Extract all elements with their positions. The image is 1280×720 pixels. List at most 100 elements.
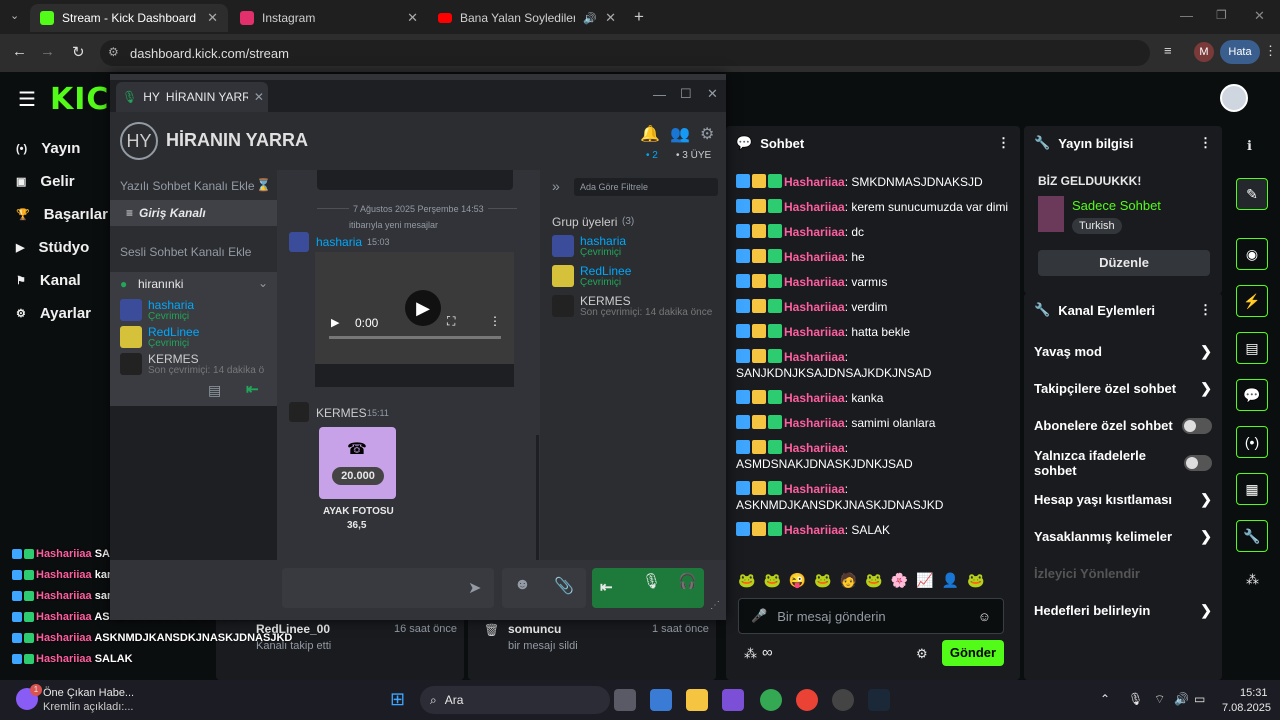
chat-input[interactable]: 🎤 Bir mesaj gönderin ☺ <box>738 598 1004 634</box>
channel-action[interactable]: Hesap yaşı kısıtlaması ❯ <box>1024 481 1222 518</box>
emoji-icon[interactable]: ☺ <box>978 609 991 624</box>
send-icon[interactable]: ➤ <box>468 578 481 598</box>
profile-avatar[interactable]: M <box>1194 42 1214 62</box>
task-view-icon[interactable] <box>614 689 636 711</box>
emote-icon[interactable]: 👤 <box>942 572 959 589</box>
chrome-profile-icon[interactable] <box>796 689 818 711</box>
forward-icon[interactable]: → <box>40 43 55 60</box>
obs-icon[interactable] <box>832 689 854 711</box>
channel-action[interactable]: Yavaş mod ❯ <box>1024 333 1222 370</box>
chat-username[interactable]: Hashariiaa <box>784 441 845 455</box>
chat-username[interactable]: Hashariiaa <box>784 250 845 264</box>
clock-time[interactable]: 15:31 <box>1240 687 1268 699</box>
emote-icon[interactable]: 🐸 <box>814 572 831 589</box>
video-player[interactable]: ▶ ▶ 0:00 ⛶ ⋮ <box>315 252 514 387</box>
server-settings-icon[interactable]: ⚙ <box>700 124 714 144</box>
nav-ayarlar[interactable]: ⚙ Ayarlar <box>0 297 110 330</box>
minimize-icon[interactable]: — <box>1180 8 1193 23</box>
more-tools-icon[interactable]: ⁂ <box>1246 572 1259 588</box>
close-tab-icon[interactable]: ✕ <box>207 10 218 26</box>
taskbar-search[interactable]: ⌕ Ara <box>420 686 610 714</box>
bell-icon[interactable]: 🔔 <box>640 124 660 144</box>
site-info-icon[interactable]: ⚙ <box>108 45 119 59</box>
copilot-icon[interactable] <box>722 689 744 711</box>
wifi-icon[interactable]: ⌔ <box>1154 692 1165 707</box>
minimize-icon[interactable]: — <box>653 87 666 102</box>
channel-action[interactable]: Hedefleri belirleyin ❯ <box>1024 592 1222 629</box>
browser-menu-icon[interactable]: ⋮ <box>1264 43 1277 59</box>
chat-username[interactable]: Hashariiaa <box>784 300 845 314</box>
avatar[interactable] <box>289 402 309 422</box>
emote-icon[interactable]: 📈 <box>916 572 933 589</box>
chat-tool-icon[interactable]: 💬 <box>1236 379 1268 411</box>
close-tab-icon[interactable]: ✕ <box>407 10 418 26</box>
channel-action[interactable]: Takipçilere özel sohbet ❯ <box>1024 370 1222 407</box>
hamburger-menu-icon[interactable]: ☰ <box>18 87 36 112</box>
category-link[interactable]: Sadece Sohbet <box>1072 198 1161 213</box>
chat-username[interactable]: Hashariiaa <box>784 275 845 289</box>
tray-chevron-icon[interactable]: ⌃ <box>1100 692 1110 706</box>
emote-icon[interactable]: 🌸 <box>891 572 908 589</box>
channel-points-icon[interactable]: ⁂ <box>744 646 757 662</box>
close-window-icon[interactable]: ✕ <box>1254 8 1265 24</box>
layout-tool-icon[interactable]: ▦ <box>1236 473 1268 505</box>
channel-actions-menu-icon[interactable]: ⋮ <box>1199 302 1212 318</box>
calendar-icon[interactable]: ▤ <box>208 382 221 399</box>
wrench-tool-icon[interactable]: 🔧 <box>1236 520 1268 552</box>
channel-action[interactable]: Yasaklanmış kelimeler ❯ <box>1024 518 1222 555</box>
member-row[interactable]: KERMES Son çevrimiçi: 14 dakika ö <box>120 352 270 379</box>
emote-icon[interactable]: 🐸 <box>763 572 780 589</box>
nav-basarilar[interactable]: 🏆 Başarılar <box>0 198 110 231</box>
chat-username[interactable]: Hashariiaa <box>784 416 845 430</box>
edit-stream-button[interactable]: Düzenle <box>1038 250 1210 276</box>
url-field[interactable]: ⚙ dashboard.kick.com/stream <box>100 40 1150 66</box>
chat-username[interactable]: Hashariiaa <box>784 391 845 405</box>
stream-info-menu-icon[interactable]: ⋮ <box>1199 135 1212 151</box>
tray-mic-icon[interactable]: 🎙 <box>1128 692 1143 706</box>
microphone-icon[interactable]: 🎤 <box>751 608 767 624</box>
tab-kick[interactable]: Stream - Kick Dashboard ✕ <box>30 4 228 32</box>
lightning-tool-icon[interactable]: ⚡ <box>1236 285 1268 317</box>
close-tab-icon[interactable]: ✕ <box>254 90 264 104</box>
emote-icon[interactable]: 🧑 <box>840 572 857 589</box>
video-progress[interactable] <box>329 336 501 339</box>
close-window-icon[interactable]: ✕ <box>707 86 718 102</box>
avatar[interactable] <box>289 232 309 252</box>
tab-search-icon[interactable]: ⌄ <box>10 9 19 22</box>
chat-username[interactable]: Hashariiaa <box>784 175 845 189</box>
error-button[interactable]: Hata <box>1220 40 1260 64</box>
play-icon[interactable]: ▶ <box>331 316 339 329</box>
user-avatar[interactable] <box>1220 84 1248 112</box>
reload-icon[interactable]: ↻ <box>72 43 85 61</box>
maximize-icon[interactable]: ☐ <box>680 86 692 102</box>
chat-username[interactable]: Hashariiaa <box>784 523 845 537</box>
member-row[interactable]: RedLinee Çevrimiçi <box>120 325 270 352</box>
nav-gelir[interactable]: ▣ Gelir <box>0 165 110 198</box>
member-row[interactable]: hasharia Çevrimiçi <box>120 298 270 325</box>
leave-channel-icon[interactable]: ⇤ <box>246 380 259 398</box>
toggle-switch[interactable] <box>1182 417 1212 434</box>
emote-icon[interactable]: 🐸 <box>967 572 984 589</box>
video-menu-icon[interactable]: ⋮ <box>489 314 501 328</box>
voice-channel-name[interactable]: hiranınki <box>138 277 183 291</box>
gift-card[interactable]: ☎ 20.000 <box>319 427 396 499</box>
resize-handle-icon[interactable]: ⋰ <box>710 600 720 611</box>
voice-app-tab[interactable]: 🎙 HY HİRANIN YARRA ✕ <box>116 82 268 112</box>
channel-action[interactable]: Yalnızca ifadelerle sohbet <box>1024 444 1222 481</box>
headphones-icon[interactable]: 🎧 <box>678 572 697 590</box>
mic-icon[interactable]: 🎙 <box>642 572 661 590</box>
emote-icon[interactable]: 🐸 <box>738 572 755 589</box>
chat-username[interactable]: Hashariiaa <box>784 350 845 364</box>
close-tab-icon[interactable]: ✕ <box>605 10 616 26</box>
chrome-icon[interactable] <box>760 689 782 711</box>
channel-action[interactable]: Abonelere özel sohbet <box>1024 407 1222 444</box>
nav-yayin[interactable]: (•) Yayın <box>0 132 110 165</box>
back-icon[interactable]: ← <box>12 43 27 60</box>
chat-username[interactable]: Hashariiaa <box>784 225 845 239</box>
send-button[interactable]: Gönder <box>942 640 1004 666</box>
nav-studyo[interactable]: ▶ Stüdyo <box>0 231 110 264</box>
steam-icon[interactable] <box>868 689 890 711</box>
camera-tool-icon[interactable]: ◉ <box>1236 238 1268 270</box>
chevron-down-icon[interactable]: ⌄ <box>258 276 268 290</box>
message-author[interactable]: KERMES <box>316 406 367 420</box>
